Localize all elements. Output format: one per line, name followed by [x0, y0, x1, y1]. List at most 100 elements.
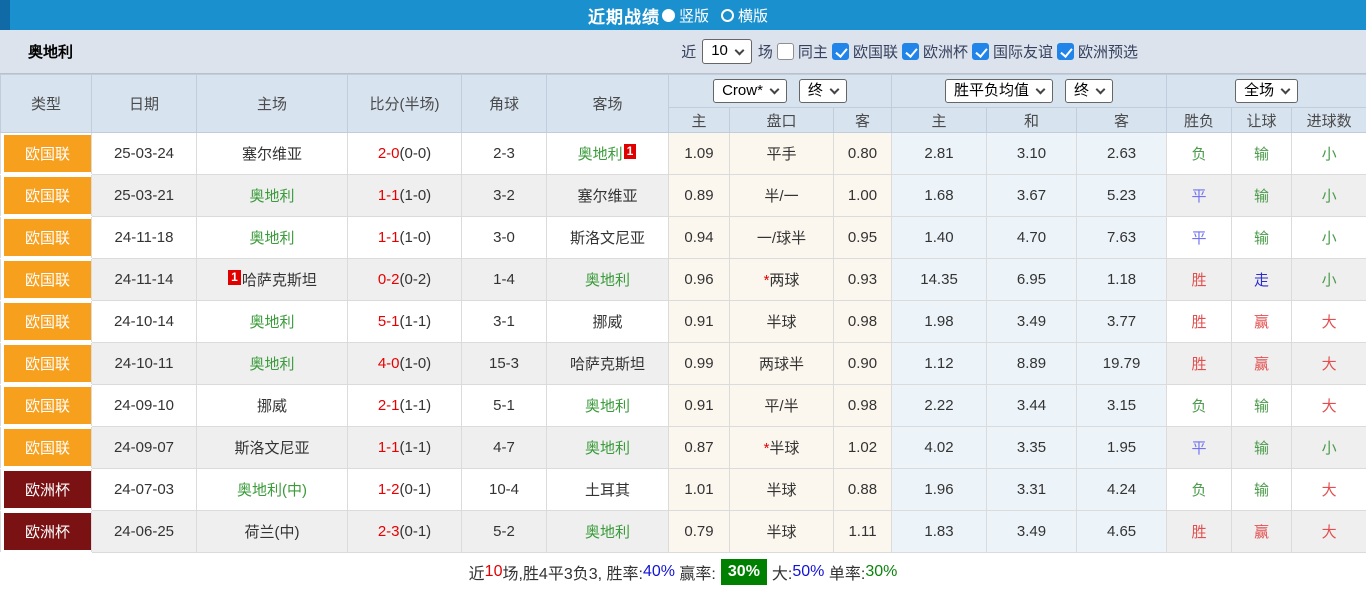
team-link[interactable]: 奥地利: [585, 272, 630, 289]
handicap-cell: 半/一: [730, 175, 834, 217]
match-row: 欧洲杯24-06-25荷兰(中)2-3(0-1)5-2奥地利0.79半球1.11…: [1, 511, 1366, 553]
competition-checkbox-nations[interactable]: [832, 43, 849, 60]
odds-home-cell: 0.89: [669, 175, 730, 217]
handicap-cell: *半球: [730, 427, 834, 469]
recent-results-panel: 近期战绩 竖版 横版 奥地利 近 10 场 同主 欧国联 欧洲杯 国际友谊 欧洲…: [0, 0, 1366, 579]
corner-cell: 5-1: [462, 385, 547, 427]
competition-label-friendly: 国际友谊: [993, 41, 1053, 62]
date-cell: 25-03-21: [92, 175, 197, 217]
scope-select-group: 全场: [1167, 75, 1366, 108]
home-team-cell: 挪威: [197, 385, 348, 427]
team-name: 奥地利: [28, 41, 73, 62]
handicap-result-cell: 走: [1232, 259, 1292, 301]
odds-away-cell: 0.98: [834, 301, 892, 343]
team-link[interactable]: 哈萨克斯坦: [570, 356, 645, 373]
corner-cell: 3-2: [462, 175, 547, 217]
team-link[interactable]: 荷兰(中): [245, 524, 300, 541]
handicap-cell: 平/半: [730, 385, 834, 427]
corner-cell: 3-0: [462, 217, 547, 259]
team-link[interactable]: 塞尔维亚: [242, 146, 302, 163]
league-badge: 欧国联: [4, 177, 91, 214]
avg-type-select[interactable]: 胜平负均值: [945, 79, 1053, 104]
avg-away-cell: 4.24: [1077, 469, 1167, 511]
team-link[interactable]: 奥地利: [585, 440, 630, 457]
vertical-layout-radio[interactable]: [662, 9, 675, 22]
away-team-cell: 奥地利: [547, 427, 669, 469]
handicap-cell: 一/球半: [730, 217, 834, 259]
team-link[interactable]: 奥地利: [585, 398, 630, 415]
score-cell: 2-1(1-1): [348, 385, 462, 427]
summary-handicap-rate-badge: 30%: [721, 559, 767, 585]
league-badge: 欧洲杯: [4, 471, 91, 508]
handicap-cell: 半球: [730, 301, 834, 343]
team-link[interactable]: 奥地利: [578, 146, 623, 163]
avg-home-cell: 1.40: [892, 217, 987, 259]
avg-home-cell: 4.02: [892, 427, 987, 469]
corner-cell: 2-3: [462, 133, 547, 175]
same-venue-checkbox[interactable]: [777, 43, 794, 60]
avg-away-cell: 19.79: [1077, 343, 1167, 385]
date-cell: 24-10-14: [92, 301, 197, 343]
team-link[interactable]: 挪威: [257, 398, 287, 415]
home-team-cell: 斯洛文尼亚: [197, 427, 348, 469]
away-team-cell: 奥地利: [547, 259, 669, 301]
corner-cell: 1-4: [462, 259, 547, 301]
odds-time-select[interactable]: 终: [799, 79, 847, 104]
outcome-cell: 平: [1167, 427, 1232, 469]
league-badge: 欧国联: [4, 303, 91, 340]
chevron-down-icon: [829, 85, 839, 95]
match-row: 欧国联25-03-24塞尔维亚2-0(0-0)2-3奥地利11.09平手0.80…: [1, 133, 1366, 175]
vertical-layout-label[interactable]: 竖版: [679, 5, 709, 26]
sub-header-handicap-result: 让球: [1232, 108, 1292, 133]
team-link[interactable]: 土耳其: [585, 482, 630, 499]
odds-home-cell: 1.01: [669, 469, 730, 511]
team-link[interactable]: 挪威: [592, 314, 622, 331]
team-link[interactable]: 奥地利(中): [237, 482, 307, 499]
team-link[interactable]: 奥地利: [249, 188, 294, 205]
avg-home-cell: 1.96: [892, 469, 987, 511]
page-title: 近期战绩: [588, 3, 660, 28]
goals-result-cell: 大: [1292, 343, 1366, 385]
odds-away-cell: 0.93: [834, 259, 892, 301]
odds-source-select[interactable]: Crow*: [713, 79, 787, 104]
league-cell: 欧国联: [1, 385, 92, 427]
avg-away-cell: 1.18: [1077, 259, 1167, 301]
competition-checkbox-euro[interactable]: [902, 43, 919, 60]
away-team-cell: 斯洛文尼亚: [547, 217, 669, 259]
league-cell: 欧国联: [1, 343, 92, 385]
team-link[interactable]: 塞尔维亚: [577, 188, 637, 205]
col-header-date: 日期: [92, 75, 197, 133]
recent-count-select[interactable]: 10: [702, 39, 752, 64]
home-team-cell: 奥地利: [197, 301, 348, 343]
goals-result-cell: 小: [1292, 175, 1366, 217]
competition-checkbox-qualifier[interactable]: [1057, 43, 1074, 60]
team-link[interactable]: 奥地利: [585, 524, 630, 541]
away-team-cell: 挪威: [547, 301, 669, 343]
team-link[interactable]: 奥地利: [249, 314, 294, 331]
goals-result-cell: 小: [1292, 259, 1366, 301]
team-link[interactable]: 斯洛文尼亚: [234, 440, 309, 457]
avg-draw-cell: 3.49: [987, 301, 1077, 343]
avg-away-cell: 3.15: [1077, 385, 1167, 427]
score-cell: 0-2(0-2): [348, 259, 462, 301]
same-venue-label: 同主: [798, 41, 828, 62]
horizontal-layout-radio[interactable]: [721, 9, 734, 22]
goals-result-cell: 大: [1292, 385, 1366, 427]
horizontal-layout-label[interactable]: 横版: [738, 5, 768, 26]
team-link[interactable]: 斯洛文尼亚: [570, 230, 645, 247]
avg-time-select[interactable]: 终: [1065, 79, 1113, 104]
chevron-down-icon: [1281, 85, 1291, 95]
handicap-result-cell: 输: [1232, 469, 1292, 511]
avg-home-cell: 1.12: [892, 343, 987, 385]
avg-home-cell: 1.68: [892, 175, 987, 217]
competition-checkbox-friendly[interactable]: [972, 43, 989, 60]
scope-select[interactable]: 全场: [1235, 79, 1298, 104]
away-team-cell: 奥地利: [547, 385, 669, 427]
recent-label: 近: [681, 41, 696, 62]
team-link[interactable]: 奥地利: [249, 230, 294, 247]
goals-result-cell: 大: [1292, 469, 1366, 511]
avg-draw-cell: 3.44: [987, 385, 1077, 427]
score-cell: 1-1(1-1): [348, 427, 462, 469]
team-link[interactable]: 哈萨克斯坦: [242, 272, 317, 289]
team-link[interactable]: 奥地利: [249, 356, 294, 373]
